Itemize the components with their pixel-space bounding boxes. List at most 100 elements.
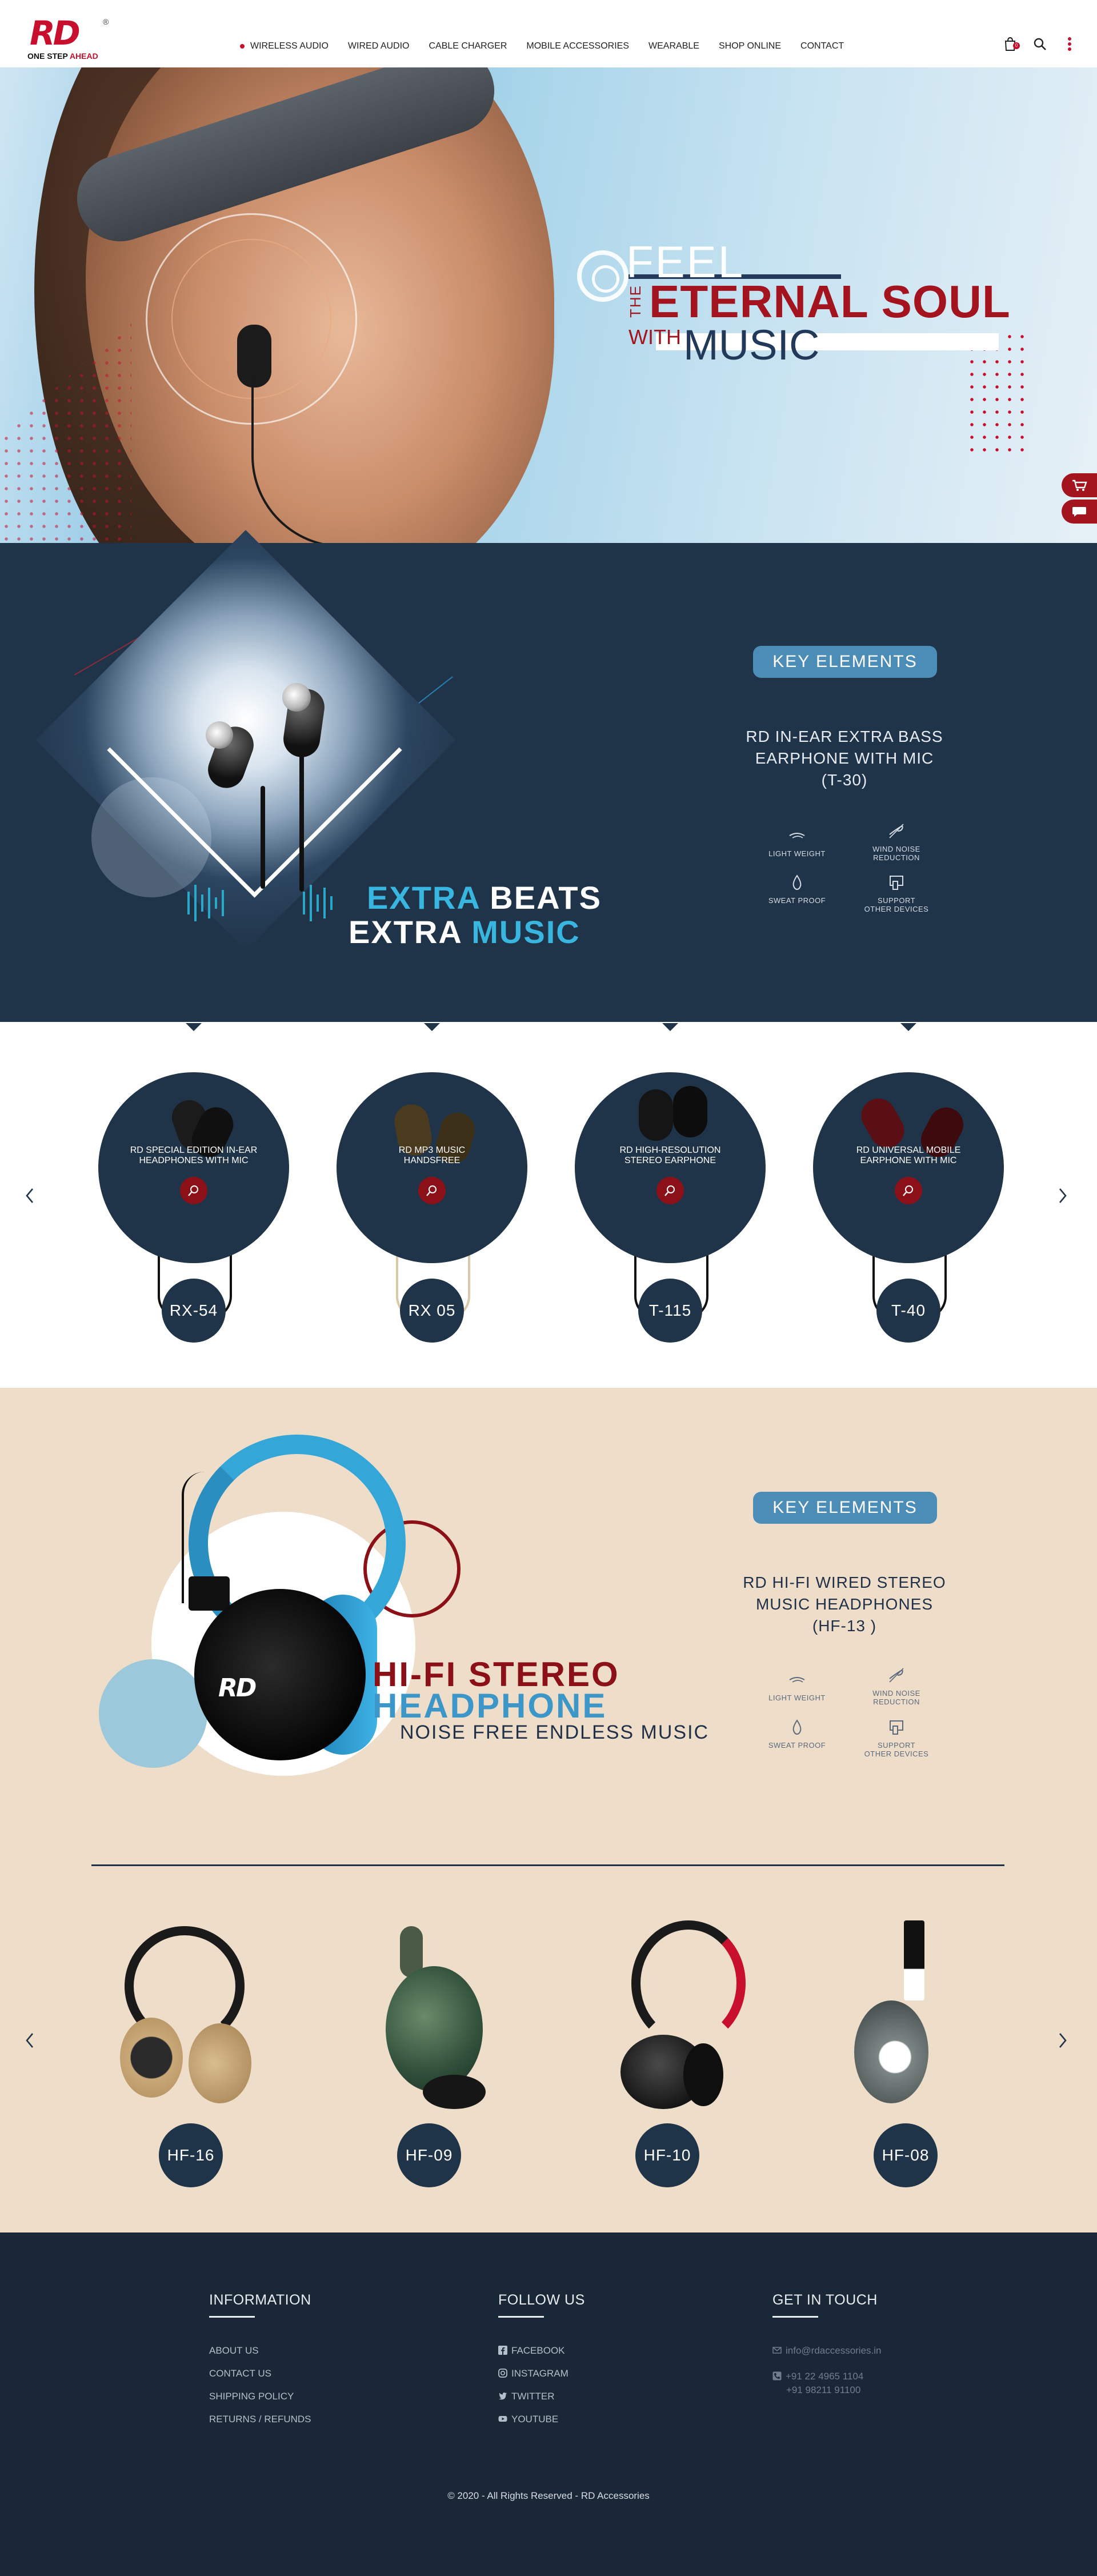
hero-heading-the: THE — [627, 285, 644, 318]
instagram-icon — [498, 2369, 507, 2378]
earphone-left-tip — [206, 721, 233, 749]
zoom-button[interactable] — [895, 1177, 922, 1204]
carousel-next-arrow[interactable] — [1051, 2029, 1074, 2052]
nav-wireless-audio[interactable]: WIRELESS AUDIO — [240, 41, 338, 51]
feature-light-weight: LIGHT WEIGHT — [754, 1672, 840, 1702]
chevron-right-icon — [1059, 1188, 1067, 1203]
earphone-card-circle[interactable]: RD SPECIAL EDITION IN-EAR HEADPHONES WITH… — [98, 1072, 289, 1263]
noise-free-tagline: NOISE FREE ENDLESS MUSIC — [400, 1722, 710, 1743]
zoom-button[interactable] — [418, 1177, 446, 1204]
carousel-pointer — [424, 1023, 440, 1031]
hero-heading-eternal-soul: ETERNAL SOUL — [649, 276, 1011, 327]
feature-light-weight: LIGHT WEIGHT — [754, 828, 840, 858]
carousel-prev-arrow[interactable] — [18, 2029, 41, 2052]
side-chat-tab[interactable] — [1062, 500, 1097, 524]
footer-phone-link[interactable]: +91 22 4965 1104 — [772, 2371, 863, 2382]
wind-icon — [889, 824, 904, 838]
footer-follow-title: FOLLOW US — [498, 2292, 585, 2308]
cart-icon[interactable]: 0 — [1003, 35, 1020, 53]
footer-link-instagram[interactable]: INSTAGRAM — [498, 2368, 568, 2379]
key-elements-button[interactable]: KEY ELEMENTS — [753, 646, 937, 678]
carousel-pointer — [186, 1023, 202, 1031]
earphone-card-label: RD SPECIAL EDITION IN-EAR HEADPHONES WITH… — [130, 1145, 258, 1165]
feature-sweat-proof: SWEAT PROOF — [754, 1719, 840, 1750]
twitter-icon — [499, 2393, 507, 2400]
search-icon[interactable] — [1032, 35, 1047, 53]
footer-link-twitter[interactable]: TWITTER — [498, 2391, 555, 2402]
chat-icon — [1072, 507, 1086, 517]
earphone-image — [673, 1086, 707, 1137]
earphone-card-circle[interactable]: RD MP3 MUSIC HANDSFREE — [337, 1072, 527, 1263]
headphone-model-badge: HF-16 — [159, 2123, 223, 2187]
nav-cable-charger[interactable]: CABLE CHARGER — [419, 41, 517, 51]
footer-link-shipping[interactable]: SHIPPING POLICY — [209, 2391, 294, 2402]
carousel-next-arrow[interactable] — [1051, 1184, 1074, 1207]
earphone-model-badge: T-40 — [876, 1279, 940, 1343]
headphone-heading: HEADPHONE — [373, 1687, 607, 1725]
chevron-left-icon — [26, 2033, 33, 2048]
nav-shop-online[interactable]: SHOP ONLINE — [709, 41, 791, 51]
zoom-button[interactable] — [180, 1177, 207, 1204]
headphone-image — [631, 1920, 746, 2046]
product-title: RD HI-FI WIRED STEREO MUSIC HEADPHONES (… — [743, 1573, 946, 1635]
hero-banner: FEEL THE ETERNAL SOUL WITH MUSIC — [0, 67, 1097, 543]
devices-icon — [890, 876, 903, 890]
wind-icon — [889, 1668, 904, 1683]
extra-beats-heading: EXTRA BEATS — [367, 880, 602, 916]
earphone-right-tip — [282, 683, 311, 712]
earphone-image — [639, 1089, 673, 1141]
earphone-card-circle[interactable]: RD UNIVERSAL MOBILE EARPHONE WITH MIC — [813, 1072, 1004, 1263]
hp-blue-circle — [99, 1659, 207, 1768]
earphone-card-label: RD HIGH-RESOLUTION STEREO EARPHONE — [619, 1145, 721, 1165]
feature-wind-noise: WIND NOISE REDUCTION — [854, 823, 939, 862]
zoom-button[interactable] — [656, 1177, 684, 1204]
feather-icon — [789, 833, 805, 838]
headphone-image — [386, 1966, 483, 2092]
copyright-text: © 2020 - All Rights Reserved - RD Access… — [447, 2490, 650, 2501]
headphone-image — [120, 2018, 183, 2098]
nav-wired-audio[interactable]: WIRED AUDIO — [338, 41, 419, 51]
footer-email-link[interactable]: info@rdaccessories.in — [772, 2345, 882, 2357]
nav-mobile-accessories[interactable]: MOBILE ACCESSORIES — [517, 41, 639, 51]
drop-icon — [792, 1719, 802, 1735]
footer-link-contact[interactable]: CONTACT US — [209, 2368, 271, 2379]
headphone-model-badge: HF-08 — [874, 2123, 938, 2187]
menu-dots-icon[interactable] — [1062, 35, 1077, 53]
earphone-card-label: RD UNIVERSAL MOBILE EARPHONE WITH MIC — [856, 1145, 961, 1165]
side-cart-tab[interactable] — [1062, 473, 1097, 497]
carousel-prev-arrow[interactable] — [18, 1184, 41, 1207]
devices-icon — [890, 1720, 903, 1735]
footer-link-youtube[interactable]: YOUTUBE — [498, 2414, 558, 2425]
logo-tagline: ONE STEP AHEAD — [27, 51, 98, 61]
nav-contact[interactable]: CONTACT — [791, 41, 854, 51]
registered-mark: ® — [103, 17, 109, 26]
cart-icon — [1072, 480, 1087, 491]
footer-link-facebook[interactable]: FACEBOOK — [498, 2345, 565, 2357]
search-icon — [903, 1185, 913, 1196]
feature-wind-noise: WIND NOISE REDUCTION — [854, 1667, 939, 1706]
hero-heading-music: MUSIC — [683, 321, 820, 369]
earphone-card-circle[interactable]: RD HIGH-RESOLUTION STEREO EARPHONE — [575, 1072, 766, 1263]
product-title: RD IN-EAR EXTRA BASS EARPHONE WITH MIC (… — [746, 728, 943, 789]
brand-logo[interactable]: RD ® ONE STEP AHEAD — [27, 16, 113, 62]
section-divider — [91, 1864, 1004, 1866]
footer-link-returns[interactable]: RETURNS / REFUNDS — [209, 2414, 311, 2425]
search-icon — [426, 1185, 437, 1196]
nav-wearable[interactable]: WEARABLE — [639, 41, 709, 51]
headphone-image — [423, 2075, 486, 2109]
key-elements-button[interactable]: KEY ELEMENTS — [753, 1492, 937, 1524]
logo-mark: RD — [30, 14, 81, 53]
carousel-pointer — [900, 1023, 916, 1031]
feature-support-devices: SUPPORT OTHER DEVICES — [854, 874, 939, 913]
chevron-left-icon — [26, 1188, 33, 1203]
feature-sweat-proof: SWEAT PROOF — [754, 874, 840, 905]
earphone-model-badge: RX-54 — [162, 1279, 226, 1343]
cart-count-badge: 0 — [1013, 42, 1020, 49]
footer-phone-link-2[interactable]: +91 98211 91100 — [786, 2385, 860, 2396]
hero-heading-with: WITH — [628, 325, 681, 349]
feature-support-devices: SUPPORT OTHER DEVICES — [854, 1719, 939, 1758]
headphone-image — [904, 1920, 924, 2000]
hp-hinge — [189, 1576, 230, 1611]
footer-link-about[interactable]: ABOUT US — [209, 2345, 259, 2357]
hero-swirl-graphic — [577, 250, 628, 302]
